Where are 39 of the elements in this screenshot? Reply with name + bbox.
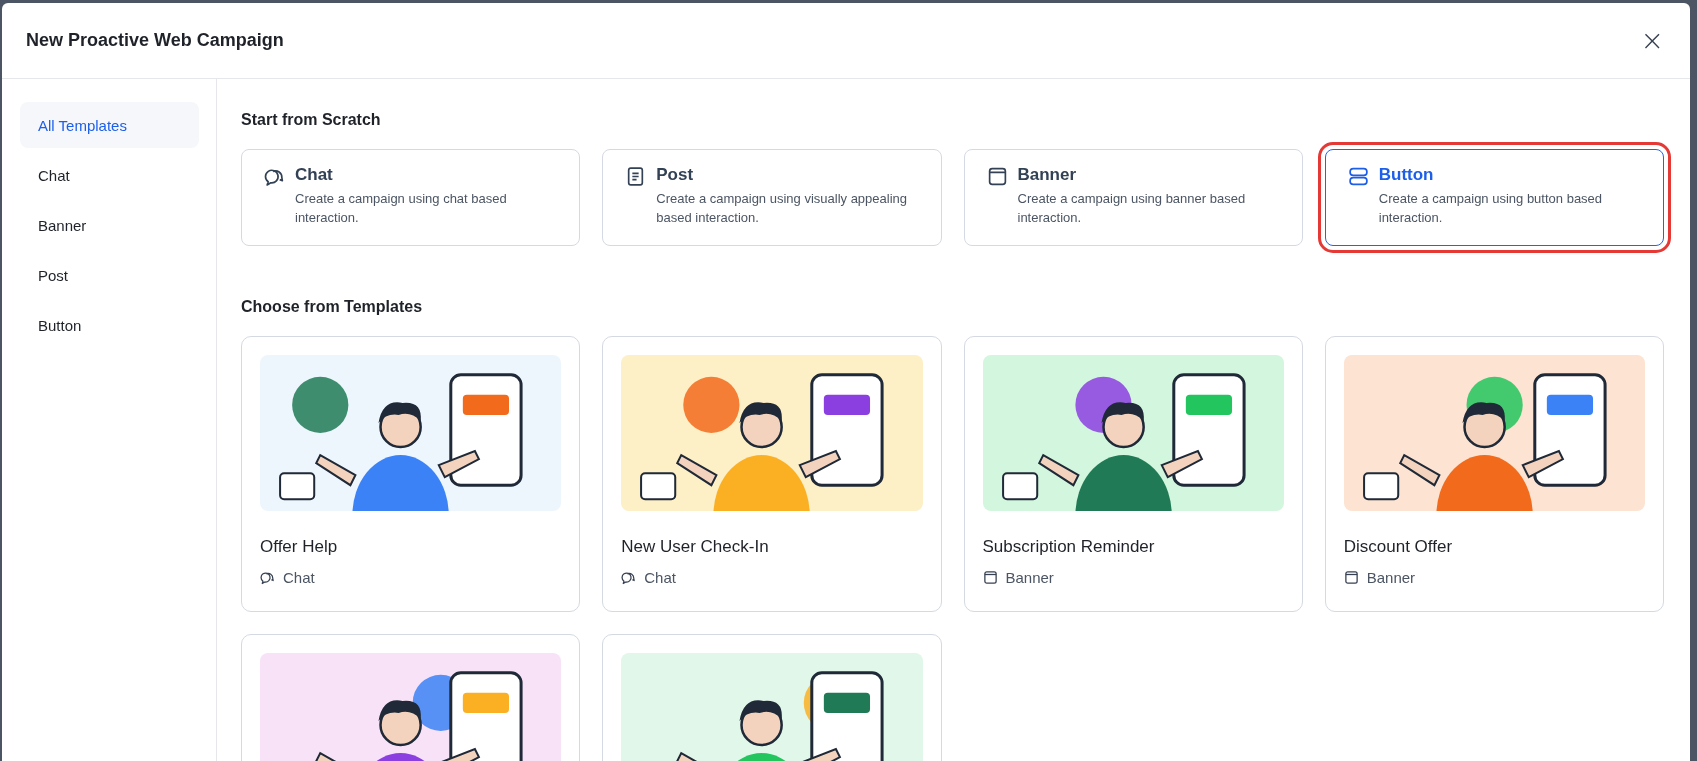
sidebar-item[interactable]: Post — [20, 252, 199, 298]
template-title: New User Check-In — [621, 537, 770, 557]
template-card[interactable]: Subscription Reminder Banner — [963, 336, 1303, 612]
sidebar-item[interactable]: Button — [20, 302, 199, 348]
campaign-type-card[interactable]: Banner Create a campaign using banner based interaction. — [963, 149, 1303, 246]
template-card[interactable]: New User Check-In Chat — [602, 336, 942, 612]
card-description: Create a campaign using chat based interaction. — [295, 190, 508, 227]
template-title: Discount Offer — [1343, 537, 1454, 557]
card-description: Create a campaign using visually appealing based interaction. — [656, 190, 908, 227]
sidebar-item[interactable]: Banner — [20, 202, 199, 248]
template-type: Banner — [1366, 569, 1416, 586]
card-title: Post — [656, 165, 695, 185]
section-heading: Start from Scratch — [241, 111, 382, 129]
template-type: Banner — [1005, 569, 1054, 586]
chat-bubbles-icon — [260, 570, 275, 585]
template-type: Chat — [283, 569, 315, 586]
template-card[interactable]: Offer Help Chat — [241, 336, 581, 612]
window-title: New Proactive Web Campaign — [26, 30, 284, 51]
close-button[interactable]: × — [1634, 24, 1670, 57]
chat-bubbles-icon — [621, 570, 637, 585]
card-title: Button — [1378, 165, 1435, 185]
chat-bubbles-icon — [264, 166, 285, 187]
sidebar-item[interactable]: Chat — [20, 152, 199, 198]
template-title: Offer Help — [260, 537, 339, 557]
card-description: Create a campaign using banner based interaction. — [1017, 190, 1247, 227]
window-icon — [982, 570, 998, 585]
template-title: Subscription Reminder — [982, 537, 1156, 557]
window-icon — [986, 166, 1008, 187]
template-card[interactable]: Discount Offer Banner — [1324, 336, 1664, 612]
window-icon — [1343, 570, 1359, 585]
card-title: Banner — [1017, 165, 1078, 185]
campaign-type-card[interactable]: Chat Create a campaign using chat based interaction. — [241, 149, 581, 246]
card-description: Create a campaign using button based interaction. — [1378, 190, 1604, 227]
campaign-type-card[interactable]: Post Create a campaign using visually appealing based interaction. — [602, 149, 942, 246]
template-type: Chat — [644, 569, 676, 586]
stacked-bars-icon — [1347, 166, 1369, 187]
section-heading: Choose from Templates — [241, 298, 424, 316]
card-title: Chat — [295, 165, 334, 185]
sidebar-item[interactable]: All Templates — [20, 102, 199, 148]
